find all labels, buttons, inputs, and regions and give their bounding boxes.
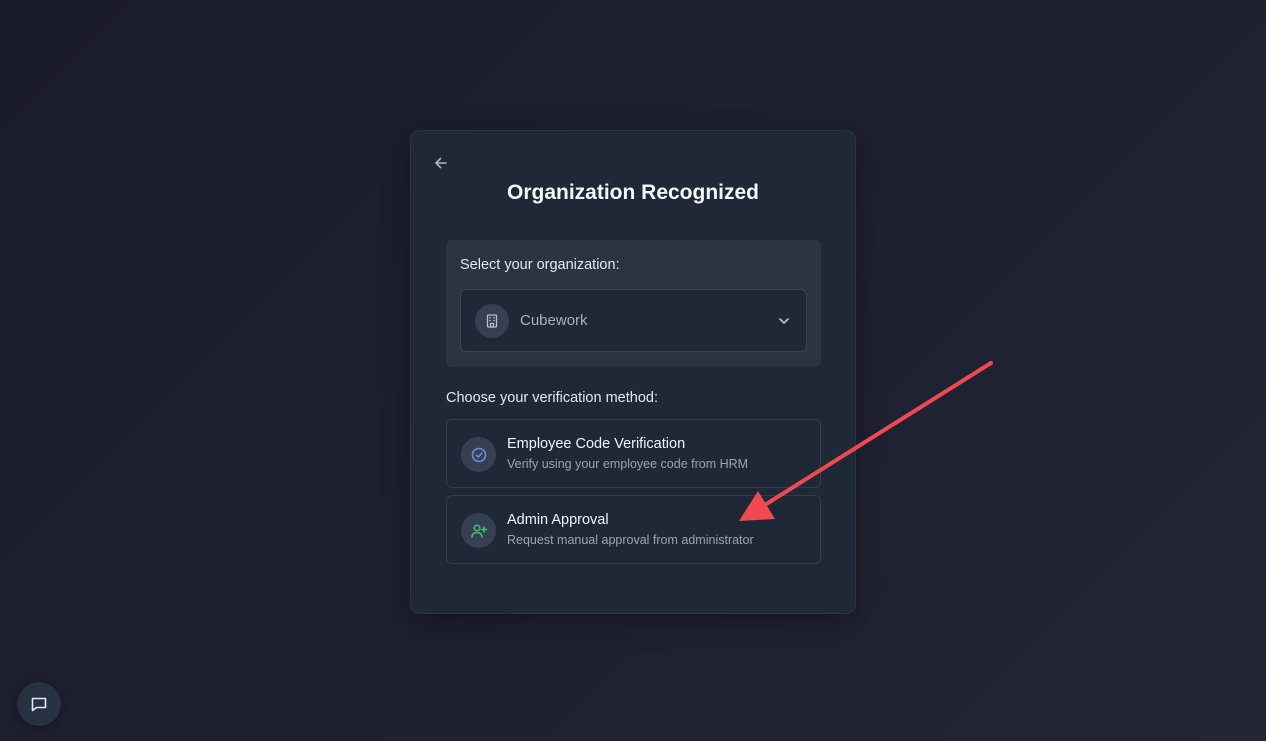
check-circle-icon xyxy=(461,437,496,472)
user-plus-icon xyxy=(461,513,496,548)
chevron-down-icon xyxy=(779,318,789,324)
organization-panel: Select your organization: Cubework xyxy=(446,240,821,367)
building-icon xyxy=(475,304,509,338)
organization-card: Organization Recognized Select your orga… xyxy=(410,130,856,614)
method-title: Admin Approval xyxy=(507,512,609,528)
back-button[interactable] xyxy=(431,153,451,173)
organization-selected-value: Cubework xyxy=(520,312,588,329)
organization-label: Select your organization: xyxy=(460,257,620,273)
method-description: Request manual approval from administrat… xyxy=(507,533,754,547)
organization-select[interactable]: Cubework xyxy=(460,289,807,352)
employee-code-verification-option[interactable]: Employee Code Verification Verify using … xyxy=(446,419,821,488)
message-square-icon xyxy=(31,697,47,712)
verification-method-label: Choose your verification method: xyxy=(446,390,658,406)
page-title: Organization Recognized xyxy=(506,181,760,204)
admin-approval-option[interactable]: Admin Approval Request manual approval f… xyxy=(446,495,821,564)
chat-button[interactable] xyxy=(17,682,61,726)
method-description: Verify using your employee code from HRM xyxy=(507,457,749,471)
method-title: Employee Code Verification xyxy=(507,436,686,452)
arrow-left-icon xyxy=(435,157,447,169)
